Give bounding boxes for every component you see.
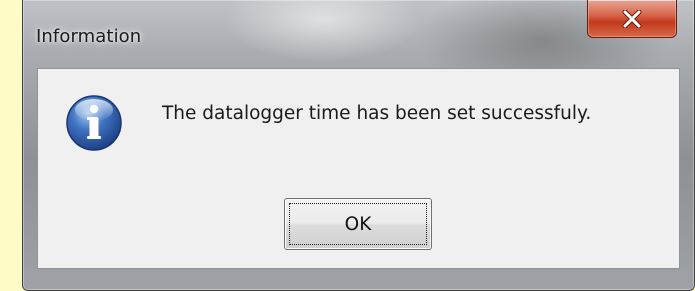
ok-button[interactable]: OK [284, 198, 432, 250]
dialog-title: Information [36, 26, 142, 47]
information-icon [64, 93, 124, 153]
information-dialog: Information The datalogger time has been… [22, 0, 695, 291]
title-bar[interactable]: Information [23, 0, 694, 64]
ok-focus-rectangle: OK [289, 203, 427, 245]
ok-button-label: OK [344, 213, 372, 235]
dialog-content: The datalogger time has been set success… [37, 68, 680, 269]
close-icon [588, 0, 676, 37]
message-text: The datalogger time has been set success… [162, 103, 592, 124]
page-background: Information The datalogger time has been… [0, 0, 695, 291]
close-button[interactable] [587, 0, 677, 38]
